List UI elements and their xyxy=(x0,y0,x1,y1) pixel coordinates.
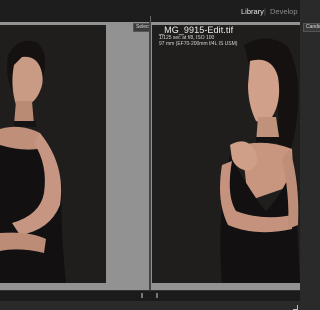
candidate-photo[interactable]: _MG_9915-Edit.tif 1/125 sec at f/8, ISO … xyxy=(152,25,300,283)
filmstrip-toolbar xyxy=(0,290,300,301)
photo-lens: 97 mm (EF70-200mm f/4L IS USM) xyxy=(159,41,238,47)
module-separator: | xyxy=(264,7,266,16)
select-pane[interactable]: Select xyxy=(0,22,153,290)
resize-corner-icon[interactable] xyxy=(293,305,298,310)
candidate-photo-image xyxy=(152,25,300,283)
module-picker-bar: Library | Develop xyxy=(0,0,300,23)
select-photo-image xyxy=(0,25,106,283)
photo-info-overlay: _MG_9915-Edit.tif 1/125 sec at f/8, ISO … xyxy=(159,25,237,47)
candidate-pane[interactable]: _MG_9915-Edit.tif 1/125 sec at f/8, ISO … xyxy=(151,22,320,290)
compare-view: Select _MG_9915-Edit.tif 1/125 sec at f/… xyxy=(0,22,320,310)
select-photo[interactable] xyxy=(0,25,106,283)
photo-filename: _MG_9915-Edit.tif xyxy=(159,25,234,35)
module-tab-develop[interactable]: Develop xyxy=(270,7,298,16)
next-icon[interactable] xyxy=(153,293,158,298)
candidate-label: Candidate xyxy=(303,23,320,32)
module-tab-library[interactable]: Library xyxy=(241,7,264,16)
previous-icon[interactable] xyxy=(141,293,146,298)
